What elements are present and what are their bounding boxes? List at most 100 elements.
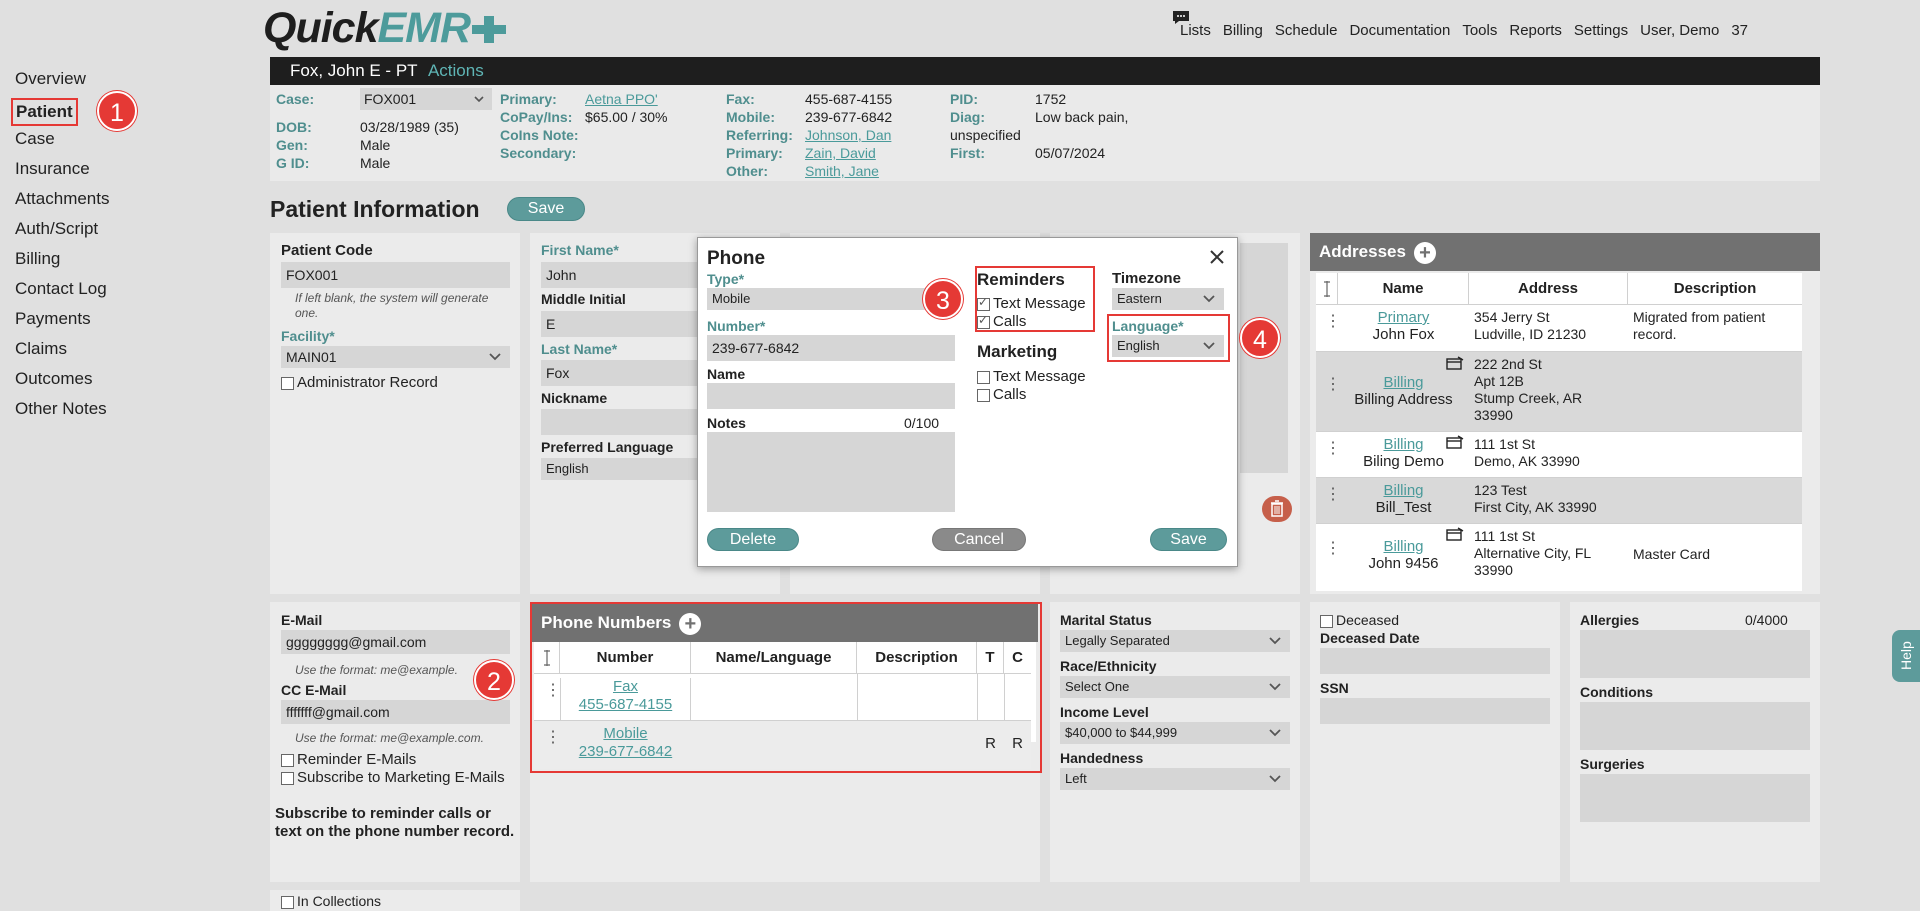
address-row[interactable]: ⋮ Billing Billing Address 222 2nd St Apt 1… <box>1316 352 1802 432</box>
sidebar-item-attachments[interactable]: Attachments <box>15 188 235 218</box>
nav-lists[interactable]: Lists <box>1180 22 1211 39</box>
row-menu-icon[interactable]: ⋮ <box>1325 441 1341 457</box>
sidebar-item-case[interactable]: Case <box>15 128 235 158</box>
patient-code-input[interactable]: FOX001 <box>281 262 510 288</box>
nav-tools[interactable]: Tools <box>1462 22 1497 39</box>
save-phone-button[interactable]: Save <box>1150 528 1227 551</box>
dob-value: 03/28/1989 (35) <box>360 119 459 135</box>
patient-code-card: Patient Code FOX001 If left blank, the s… <box>270 233 520 594</box>
sidebar-item-payments[interactable]: Payments <box>15 308 235 338</box>
sidebar-item-claims[interactable]: Claims <box>15 338 235 368</box>
subscribe-marketing-checkbox[interactable] <box>281 771 294 785</box>
sidebar-item-contact-log[interactable]: Contact Log <box>15 278 235 308</box>
row-menu-icon[interactable]: ⋮ <box>1325 314 1341 330</box>
address-type-link[interactable]: Billing <box>1383 538 1423 555</box>
facility-label: Facility* <box>281 328 335 344</box>
marital-select[interactable]: Legally Separated <box>1060 630 1290 652</box>
sidebar-item-patient[interactable]: Patient <box>11 98 78 126</box>
row-menu-icon[interactable]: ⋮ <box>1325 377 1341 393</box>
actions-menu[interactable]: Actions <box>428 61 484 80</box>
sidebar-item-auth-script[interactable]: Auth/Script <box>15 218 235 248</box>
ssn-input[interactable] <box>1320 698 1550 724</box>
address-row[interactable]: ⋮ Primary John Fox 354 Jerry St Ludville, … <box>1316 305 1802 352</box>
col-description: Description <box>1628 273 1802 305</box>
primary-doc-link[interactable]: Zain, David <box>805 145 876 161</box>
marketing-text-label: Text Message <box>993 368 1086 385</box>
nav-settings[interactable]: Settings <box>1574 22 1628 39</box>
cc-email-input[interactable]: fffffff@gmail.com <box>281 700 510 724</box>
sidebar-item-other-notes[interactable]: Other Notes <box>15 398 235 428</box>
address-type-link[interactable]: Billing <box>1383 436 1423 453</box>
nav-schedule[interactable]: Schedule <box>1275 22 1338 39</box>
collections-row[interactable]: In Collections <box>281 893 381 909</box>
marketing-calls-row[interactable]: Calls <box>977 386 1026 403</box>
cancel-button[interactable]: Cancel <box>932 528 1026 551</box>
marketing-text-checkbox[interactable] <box>977 370 990 384</box>
deceased-date-input[interactable] <box>1320 648 1550 674</box>
referring-link[interactable]: Johnson, Dan <box>805 127 891 143</box>
deceased-date-label: Deceased Date <box>1320 630 1420 646</box>
deceased-checkbox[interactable] <box>1320 614 1333 628</box>
nav-reports[interactable]: Reports <box>1509 22 1562 39</box>
surgeries-textarea[interactable] <box>1580 774 1810 822</box>
nav-count[interactable]: 37 <box>1731 22 1748 39</box>
marketing-calls-label: Calls <box>993 386 1027 403</box>
sidebar-item-insurance[interactable]: Insurance <box>15 158 235 188</box>
nav-billing[interactable]: Billing <box>1223 22 1263 39</box>
timezone-select[interactable]: Eastern <box>1112 288 1224 310</box>
add-address-icon[interactable]: + <box>1413 241 1436 264</box>
trash-icon <box>1271 500 1283 517</box>
notes-label: Notes <box>707 415 746 431</box>
save-patient-button[interactable]: Save <box>507 197 585 221</box>
address-line: Stump Creek, AR <box>1474 390 1583 406</box>
deceased-row[interactable]: Deceased <box>1320 612 1399 628</box>
primary-ins-link[interactable]: Aetna PPO' <box>585 91 658 107</box>
name-input[interactable] <box>707 383 955 409</box>
address-type-link[interactable]: Billing <box>1383 374 1423 391</box>
address-row[interactable]: ⋮ Billing Biling Demo 111 1st St Demo, AK … <box>1316 432 1802 478</box>
address-line: Apt 12B <box>1474 373 1524 389</box>
nav-user[interactable]: User, Demo <box>1640 22 1719 39</box>
admin-record-row[interactable]: Administrator Record <box>281 374 438 391</box>
race-select[interactable]: Select One <box>1060 676 1290 698</box>
facility-select[interactable]: MAIN01 <box>281 346 510 368</box>
close-icon[interactable] <box>1208 248 1226 266</box>
admin-record-checkbox[interactable] <box>281 376 294 390</box>
reminder-emails-row[interactable]: Reminder E-Mails <box>281 751 416 768</box>
collections-checkbox[interactable] <box>281 895 294 909</box>
email-input[interactable]: gggggggg@gmail.com <box>281 630 510 654</box>
conditions-textarea[interactable] <box>1580 702 1810 750</box>
marketing-calls-checkbox[interactable] <box>977 388 990 402</box>
marketing-label: Marketing <box>977 342 1058 361</box>
number-input[interactable]: 239-677-6842 <box>707 335 955 361</box>
subscribe-marketing-row[interactable]: Subscribe to Marketing E-Mails <box>281 769 506 786</box>
subscribe-marketing-label: Subscribe to Marketing E-Mails <box>297 769 505 786</box>
address-line: 111 1st St <box>1474 436 1535 452</box>
resize-vertical-icon <box>1324 281 1330 297</box>
resize-handle[interactable] <box>1316 273 1338 305</box>
address-type-link[interactable]: Primary <box>1378 309 1430 326</box>
notes-textarea[interactable] <box>707 432 955 512</box>
delete-phone-button[interactable]: Delete <box>707 528 799 551</box>
nav-documentation[interactable]: Documentation <box>1349 22 1450 39</box>
address-name: John Fox <box>1372 326 1435 343</box>
type-label: Type* <box>707 271 745 287</box>
reminder-emails-checkbox[interactable] <box>281 753 294 767</box>
delete-address-button[interactable] <box>1262 496 1292 522</box>
income-select[interactable]: $40,000 to $44,999 <box>1060 722 1290 744</box>
sidebar-item-outcomes[interactable]: Outcomes <box>15 368 235 398</box>
address-type-link[interactable]: Billing <box>1383 482 1423 499</box>
chevron-down-icon <box>474 96 484 103</box>
handedness-select[interactable]: Left <box>1060 768 1290 790</box>
type-select[interactable]: Mobile <box>707 288 955 310</box>
row-menu-icon[interactable]: ⋮ <box>1325 541 1341 557</box>
sidebar-item-billing[interactable]: Billing <box>15 248 235 278</box>
case-select[interactable]: FOX001 <box>360 88 492 110</box>
allergies-textarea[interactable] <box>1580 630 1810 678</box>
other-doc-link[interactable]: Smith, Jane <box>805 163 879 179</box>
address-row[interactable]: ⋮ Billing Bill_Test 123 Test First City, A… <box>1316 478 1802 524</box>
help-tab[interactable]: Help <box>1892 630 1920 682</box>
marketing-text-row[interactable]: Text Message <box>977 368 1086 385</box>
row-menu-icon[interactable]: ⋮ <box>1325 487 1341 503</box>
address-row[interactable]: ⋮ Billing John 9456 111 1st St Alternative… <box>1316 524 1802 588</box>
